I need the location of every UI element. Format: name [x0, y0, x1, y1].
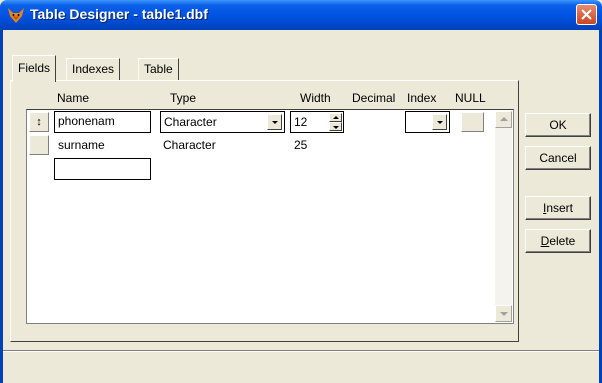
field-type-value: Character	[164, 115, 217, 129]
field-width-value: 12	[294, 115, 308, 129]
cancel-button[interactable]: Cancel	[525, 146, 591, 170]
chevron-down-icon[interactable]	[432, 114, 447, 130]
ok-button[interactable]: OK	[525, 113, 591, 137]
insert-button[interactable]: Insert	[525, 196, 591, 220]
row-type[interactable]: Character	[163, 138, 216, 152]
window-title: Table Designer - table1.dbf	[30, 6, 208, 22]
field-null-checkbox[interactable]	[461, 112, 484, 132]
scroll-up-icon[interactable]	[495, 111, 512, 128]
field-name-input[interactable]: phonenam	[54, 111, 151, 133]
column-header-null: NULL	[455, 91, 486, 105]
field-type-select[interactable]: Character	[160, 111, 285, 133]
column-header-name: Name	[57, 91, 90, 105]
grid-vertical-scrollbar[interactable]	[495, 111, 512, 322]
delete-button[interactable]: Delete	[525, 229, 591, 253]
title-bar[interactable]: Table Designer - table1.dbf	[0, 0, 602, 30]
status-separator	[3, 350, 599, 352]
chevron-down-icon[interactable]	[267, 114, 282, 130]
table-designer-window: Table Designer - table1.dbf Fields Index…	[0, 0, 602, 383]
column-header-width: Width	[300, 91, 331, 105]
row-selector[interactable]	[29, 135, 49, 155]
spin-up-icon[interactable]	[329, 113, 342, 122]
field-index-select[interactable]	[405, 111, 450, 133]
tab-fields[interactable]: Fields	[12, 55, 57, 82]
row-selector-active[interactable]: ↕	[29, 112, 49, 132]
new-field-name-input[interactable]	[54, 158, 151, 180]
delete-label-post: elete	[549, 234, 576, 248]
column-header-index: Index	[407, 91, 437, 105]
spin-buttons[interactable]	[329, 113, 342, 131]
spin-down-icon[interactable]	[329, 122, 342, 131]
tab-indexes[interactable]: Indexes	[66, 58, 121, 80]
delete-accesskey: D	[540, 234, 550, 248]
window-frame-left	[0, 30, 3, 383]
close-icon	[581, 9, 592, 20]
scroll-down-icon[interactable]	[495, 305, 512, 322]
fields-grid[interactable]: ↕ phonenam Character 12 surname Characte…	[26, 109, 514, 324]
close-button[interactable]	[576, 4, 597, 25]
row-name[interactable]: surname	[58, 138, 105, 152]
fox-icon	[7, 6, 25, 24]
row-width[interactable]: 25	[294, 138, 307, 152]
field-width-spinner[interactable]: 12	[290, 111, 344, 133]
insert-label-post: nsert	[546, 201, 574, 215]
column-header-decimal: Decimal	[352, 91, 396, 105]
tab-table[interactable]: Table	[138, 58, 179, 80]
column-header-type: Type	[170, 91, 197, 105]
